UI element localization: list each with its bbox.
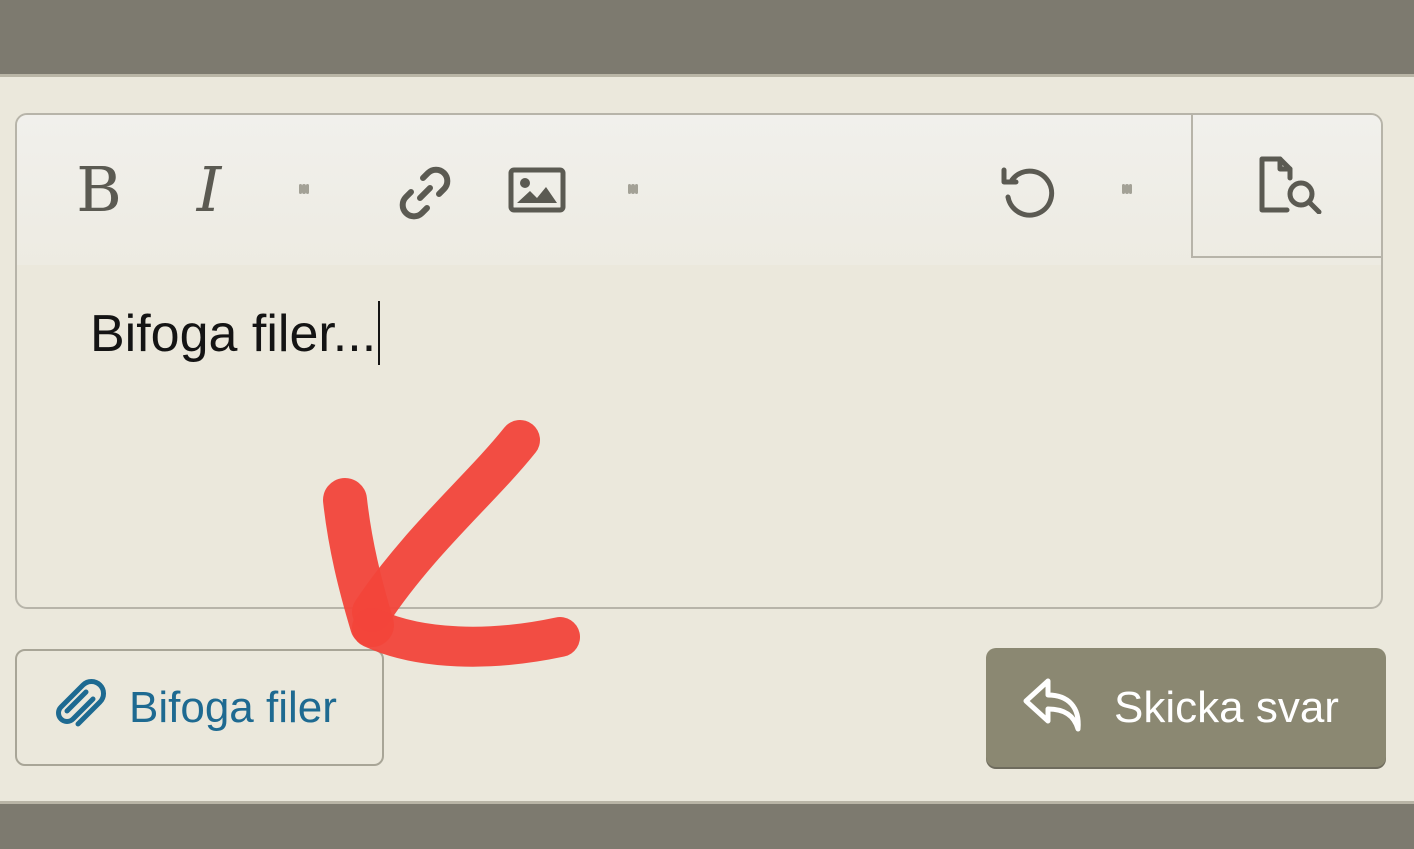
send-reply-button[interactable]: Skicka svar (986, 648, 1386, 767)
attach-files-label: Bifoga filer (129, 682, 337, 732)
top-bar (0, 0, 1414, 77)
image-icon[interactable] (507, 165, 567, 215)
undo-icon[interactable] (997, 161, 1059, 223)
rich-text-editor[interactable]: B I Bifoga filer... (15, 113, 1383, 609)
more-options-icon[interactable] (299, 169, 309, 217)
editor-toolbar: B I (17, 115, 1381, 265)
editor-content[interactable]: Bifoga filer... (90, 299, 381, 369)
link-icon[interactable] (393, 161, 457, 225)
paperclip-icon (53, 677, 107, 738)
text-caret (378, 301, 381, 366)
bottom-bar (0, 801, 1414, 849)
reply-icon (1022, 677, 1084, 738)
bold-button[interactable]: B (71, 155, 127, 225)
send-reply-label: Skicka svar (1114, 682, 1339, 732)
preview-icon[interactable] (1191, 115, 1381, 258)
attach-files-button[interactable]: Bifoga filer (15, 649, 384, 766)
more-options-icon[interactable] (1122, 169, 1132, 217)
italic-button[interactable]: I (181, 155, 237, 225)
more-options-icon[interactable] (628, 169, 638, 217)
